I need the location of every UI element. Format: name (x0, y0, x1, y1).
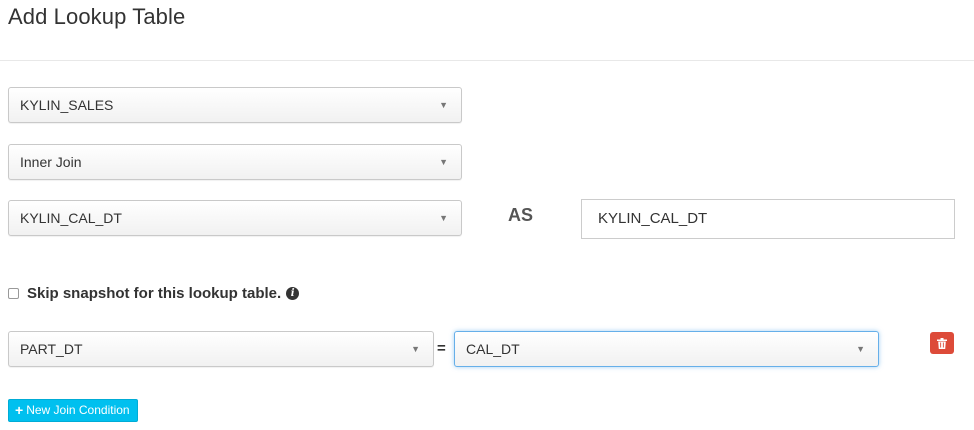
new-join-condition-button[interactable]: + New Join Condition (8, 399, 138, 422)
new-join-condition-label: New Join Condition (26, 403, 130, 417)
join-right-column-select[interactable]: CAL_DT ▼ (454, 331, 879, 367)
skip-snapshot-checkbox[interactable] (8, 287, 19, 299)
join-type-select-value: Inner Join (20, 154, 82, 170)
trash-icon (937, 337, 947, 349)
alias-label: AS (508, 205, 534, 225)
join-type-select[interactable]: Inner Join ▼ (8, 144, 462, 180)
chevron-down-icon: ▼ (439, 213, 448, 223)
fact-table-select[interactable]: KYLIN_SALES ▼ (8, 87, 462, 123)
skip-snapshot-label[interactable]: Skip snapshot for this lookup table. (27, 285, 281, 302)
join-right-column-value: CAL_DT (466, 341, 520, 357)
chevron-down-icon: ▼ (439, 100, 448, 110)
delete-join-condition-button[interactable] (930, 332, 954, 354)
join-left-column-value: PART_DT (20, 341, 83, 357)
lookup-table-select[interactable]: KYLIN_CAL_DT ▼ (8, 200, 462, 236)
info-circle-icon[interactable]: i (286, 286, 300, 300)
chevron-down-icon: ▼ (439, 157, 448, 167)
plus-icon: + (15, 402, 24, 418)
alias-input[interactable]: KYLIN_CAL_DT (581, 199, 955, 239)
header-divider (0, 60, 974, 61)
page-title: Add Lookup Table (8, 4, 186, 29)
lookup-table-select-value: KYLIN_CAL_DT (20, 210, 122, 226)
join-operator: = (437, 340, 446, 357)
chevron-down-icon: ▼ (411, 344, 420, 354)
chevron-down-icon: ▼ (856, 344, 865, 354)
skip-snapshot-row: Skip snapshot for this lookup table. i (8, 283, 300, 303)
join-left-column-select[interactable]: PART_DT ▼ (8, 331, 434, 367)
fact-table-select-value: KYLIN_SALES (20, 97, 114, 113)
